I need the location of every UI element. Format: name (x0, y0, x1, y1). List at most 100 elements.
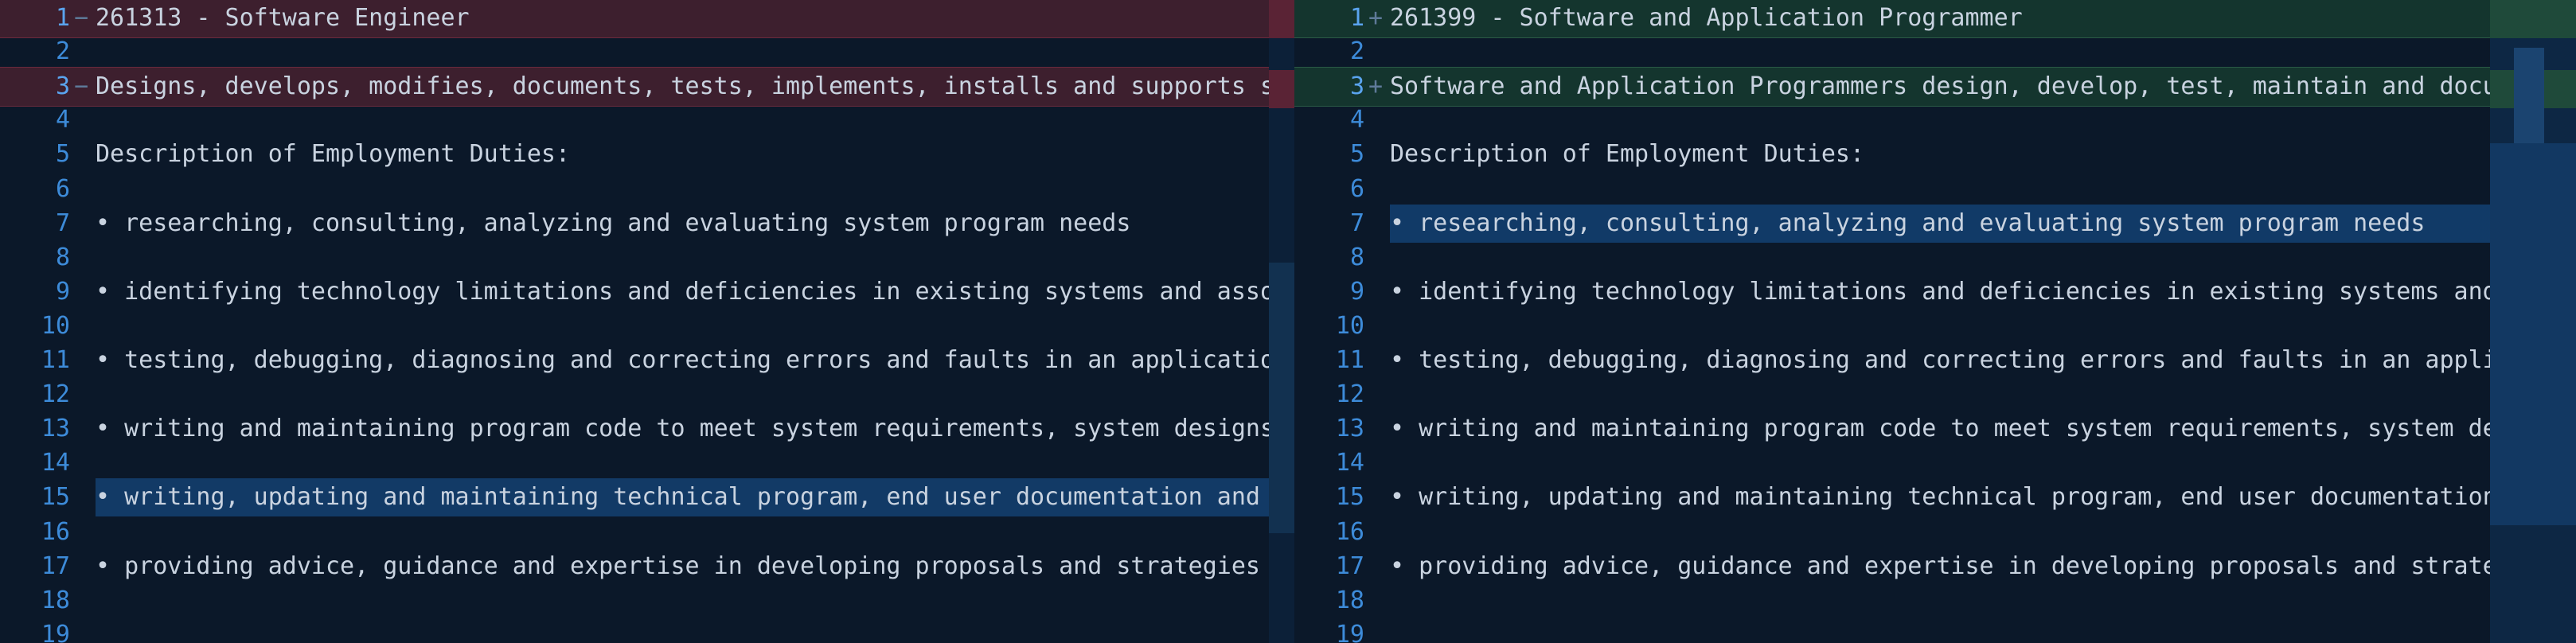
line-number: 18 (41, 586, 70, 614)
overview-added-marker (2490, 0, 2576, 38)
line-number: 19 (41, 621, 70, 643)
line-text: • identifying technology limitations and… (1390, 278, 2576, 306)
line-number: 15 (1335, 483, 1364, 511)
left-line-14[interactable]: 14 (0, 444, 1269, 482)
left-line-4[interactable]: 4 (0, 101, 1269, 139)
line-number: 1 (1349, 4, 1364, 32)
left-line-8[interactable]: 8 (0, 239, 1269, 277)
right-line-19[interactable]: 19 (1294, 616, 2576, 643)
line-number: 5 (1349, 140, 1364, 168)
overview-removed-marker (1269, 0, 1294, 38)
right-line-9[interactable]: 9 • identifying technology limitations an… (1294, 273, 2576, 311)
line-number: 2 (1349, 37, 1364, 65)
left-line-13[interactable]: 13 • writing and maintaining program code… (0, 410, 1269, 448)
line-number: 10 (41, 312, 70, 340)
line-text: • providing advice, guidance and experti… (1390, 552, 2576, 580)
right-line-15[interactable]: 15 • writing, updating and maintaining te… (1294, 478, 2576, 516)
line-number: 17 (1335, 552, 1364, 580)
line-text: • writing and maintaining program code t… (1390, 415, 2569, 442)
right-line-17[interactable]: 17 • providing advice, guidance and exper… (1294, 548, 2576, 586)
removed-line-marker: − (73, 72, 89, 100)
right-line-5[interactable]: 5 Description of Employment Duties: (1294, 135, 2576, 173)
line-text: Designs, develops, modifies, documents, … (96, 72, 1269, 100)
minimap-slider[interactable] (2514, 48, 2544, 143)
left-line-10[interactable]: 10 (0, 307, 1269, 345)
line-text: • providing advice, guidance and experti… (96, 552, 1260, 580)
line-number: 3 (55, 72, 70, 100)
line-text: 261399 - Software and Application Progra… (1390, 4, 2023, 32)
line-number: 9 (55, 278, 70, 306)
line-number: 18 (1335, 586, 1364, 614)
line-number: 5 (55, 140, 70, 168)
line-number: 9 (1349, 278, 1364, 306)
line-number: 11 (1335, 346, 1364, 374)
line-number: 12 (1335, 380, 1364, 408)
right-line-14[interactable]: 14 (1294, 444, 2576, 482)
left-line-18[interactable]: 18 (0, 582, 1269, 620)
line-number: 19 (1335, 621, 1364, 643)
overview-removed-marker (1269, 70, 1294, 108)
scrollbar-thumb[interactable] (1269, 263, 1294, 533)
line-number: 12 (41, 380, 70, 408)
scrollbar-thumb[interactable] (2490, 143, 2576, 525)
line-number: 17 (41, 552, 70, 580)
right-line-7[interactable]: 7 • researching, consulting, analyzing an… (1294, 205, 2576, 243)
line-number: 3 (1349, 72, 1364, 100)
original-editor-pane[interactable]: 1−261313 - Software Engineer 2 3− Designs, … (0, 0, 1269, 643)
line-text: • writing, updating and maintaining tech… (96, 478, 1269, 516)
line-text: • writing and maintaining program code t… (96, 415, 1269, 442)
left-line-5[interactable]: 5 Description of Employment Duties: (0, 135, 1269, 173)
right-line-2[interactable]: 2 (1294, 33, 2576, 71)
left-line-2[interactable]: 2 (0, 33, 1269, 71)
line-text: • testing, debugging, diagnosing and cor… (1390, 346, 2576, 374)
right-line-13[interactable]: 13 • writing and maintaining program code… (1294, 410, 2576, 448)
left-line-9[interactable]: 9 • identifying technology limitations an… (0, 273, 1269, 311)
left-line-11[interactable]: 11 • testing, debugging, diagnosing and c… (0, 341, 1269, 380)
line-text: Description of Employment Duties: (1390, 140, 1865, 168)
right-line-16[interactable]: 16 (1294, 513, 2576, 551)
right-line-6[interactable]: 6 (1294, 170, 2576, 208)
original-overview-ruler[interactable] (1269, 0, 1294, 643)
right-line-10[interactable]: 10 (1294, 307, 2576, 345)
line-text: • researching, consulting, analyzing and… (1390, 205, 2519, 243)
left-line-6[interactable]: 6 (0, 170, 1269, 208)
left-line-12[interactable]: 12 (0, 376, 1269, 414)
right-line-12[interactable]: 12 (1294, 376, 2576, 414)
line-number: 14 (41, 449, 70, 477)
line-number: 7 (1349, 209, 1364, 237)
line-number: 4 (1349, 106, 1364, 134)
right-line-11[interactable]: 11 • testing, debugging, diagnosing and c… (1294, 341, 2576, 380)
right-line-18[interactable]: 18 (1294, 582, 2576, 620)
added-line-marker: + (1368, 72, 1384, 100)
line-number: 4 (55, 106, 70, 134)
line-number: 13 (1335, 415, 1364, 442)
line-text: • testing, debugging, diagnosing and cor… (96, 346, 1269, 374)
modified-editor-pane[interactable]: 1 +261399 - Software and Application Prog… (1294, 0, 2576, 643)
added-line-marker: + (1368, 4, 1384, 32)
line-text: 261313 - Software Engineer (96, 4, 470, 32)
line-number: 15 (41, 483, 70, 511)
line-number: 1 (55, 4, 70, 32)
line-number: 16 (1335, 518, 1364, 546)
left-line-19[interactable]: 19 (0, 616, 1269, 643)
left-line-17[interactable]: 17 • providing advice, guidance and exper… (0, 548, 1269, 586)
left-line-16[interactable]: 16 (0, 513, 1269, 551)
line-text: • identifying technology limitations and… (96, 278, 1269, 306)
line-text: • writing, updating and maintaining tech… (1390, 483, 2576, 511)
line-text: Software and Application Programmers des… (1390, 72, 2576, 100)
right-line-4[interactable]: 4 (1294, 101, 2576, 139)
line-number: 8 (1349, 244, 1364, 271)
right-line-8[interactable]: 8 (1294, 239, 2576, 277)
line-number: 8 (55, 244, 70, 271)
left-line-7[interactable]: 7 • researching, consulting, analyzing an… (0, 205, 1269, 243)
line-text: • researching, consulting, analyzing and… (96, 209, 1131, 237)
removed-line-marker: − (73, 4, 89, 32)
line-number: 6 (55, 175, 70, 203)
modified-overview-ruler[interactable] (2490, 0, 2576, 643)
line-text: Description of Employment Duties: (96, 140, 571, 168)
line-number: 6 (1349, 175, 1364, 203)
left-line-15[interactable]: 15 • writing, updating and maintaining te… (0, 478, 1269, 516)
line-number: 7 (55, 209, 70, 237)
line-number: 16 (41, 518, 70, 546)
line-number: 13 (41, 415, 70, 442)
